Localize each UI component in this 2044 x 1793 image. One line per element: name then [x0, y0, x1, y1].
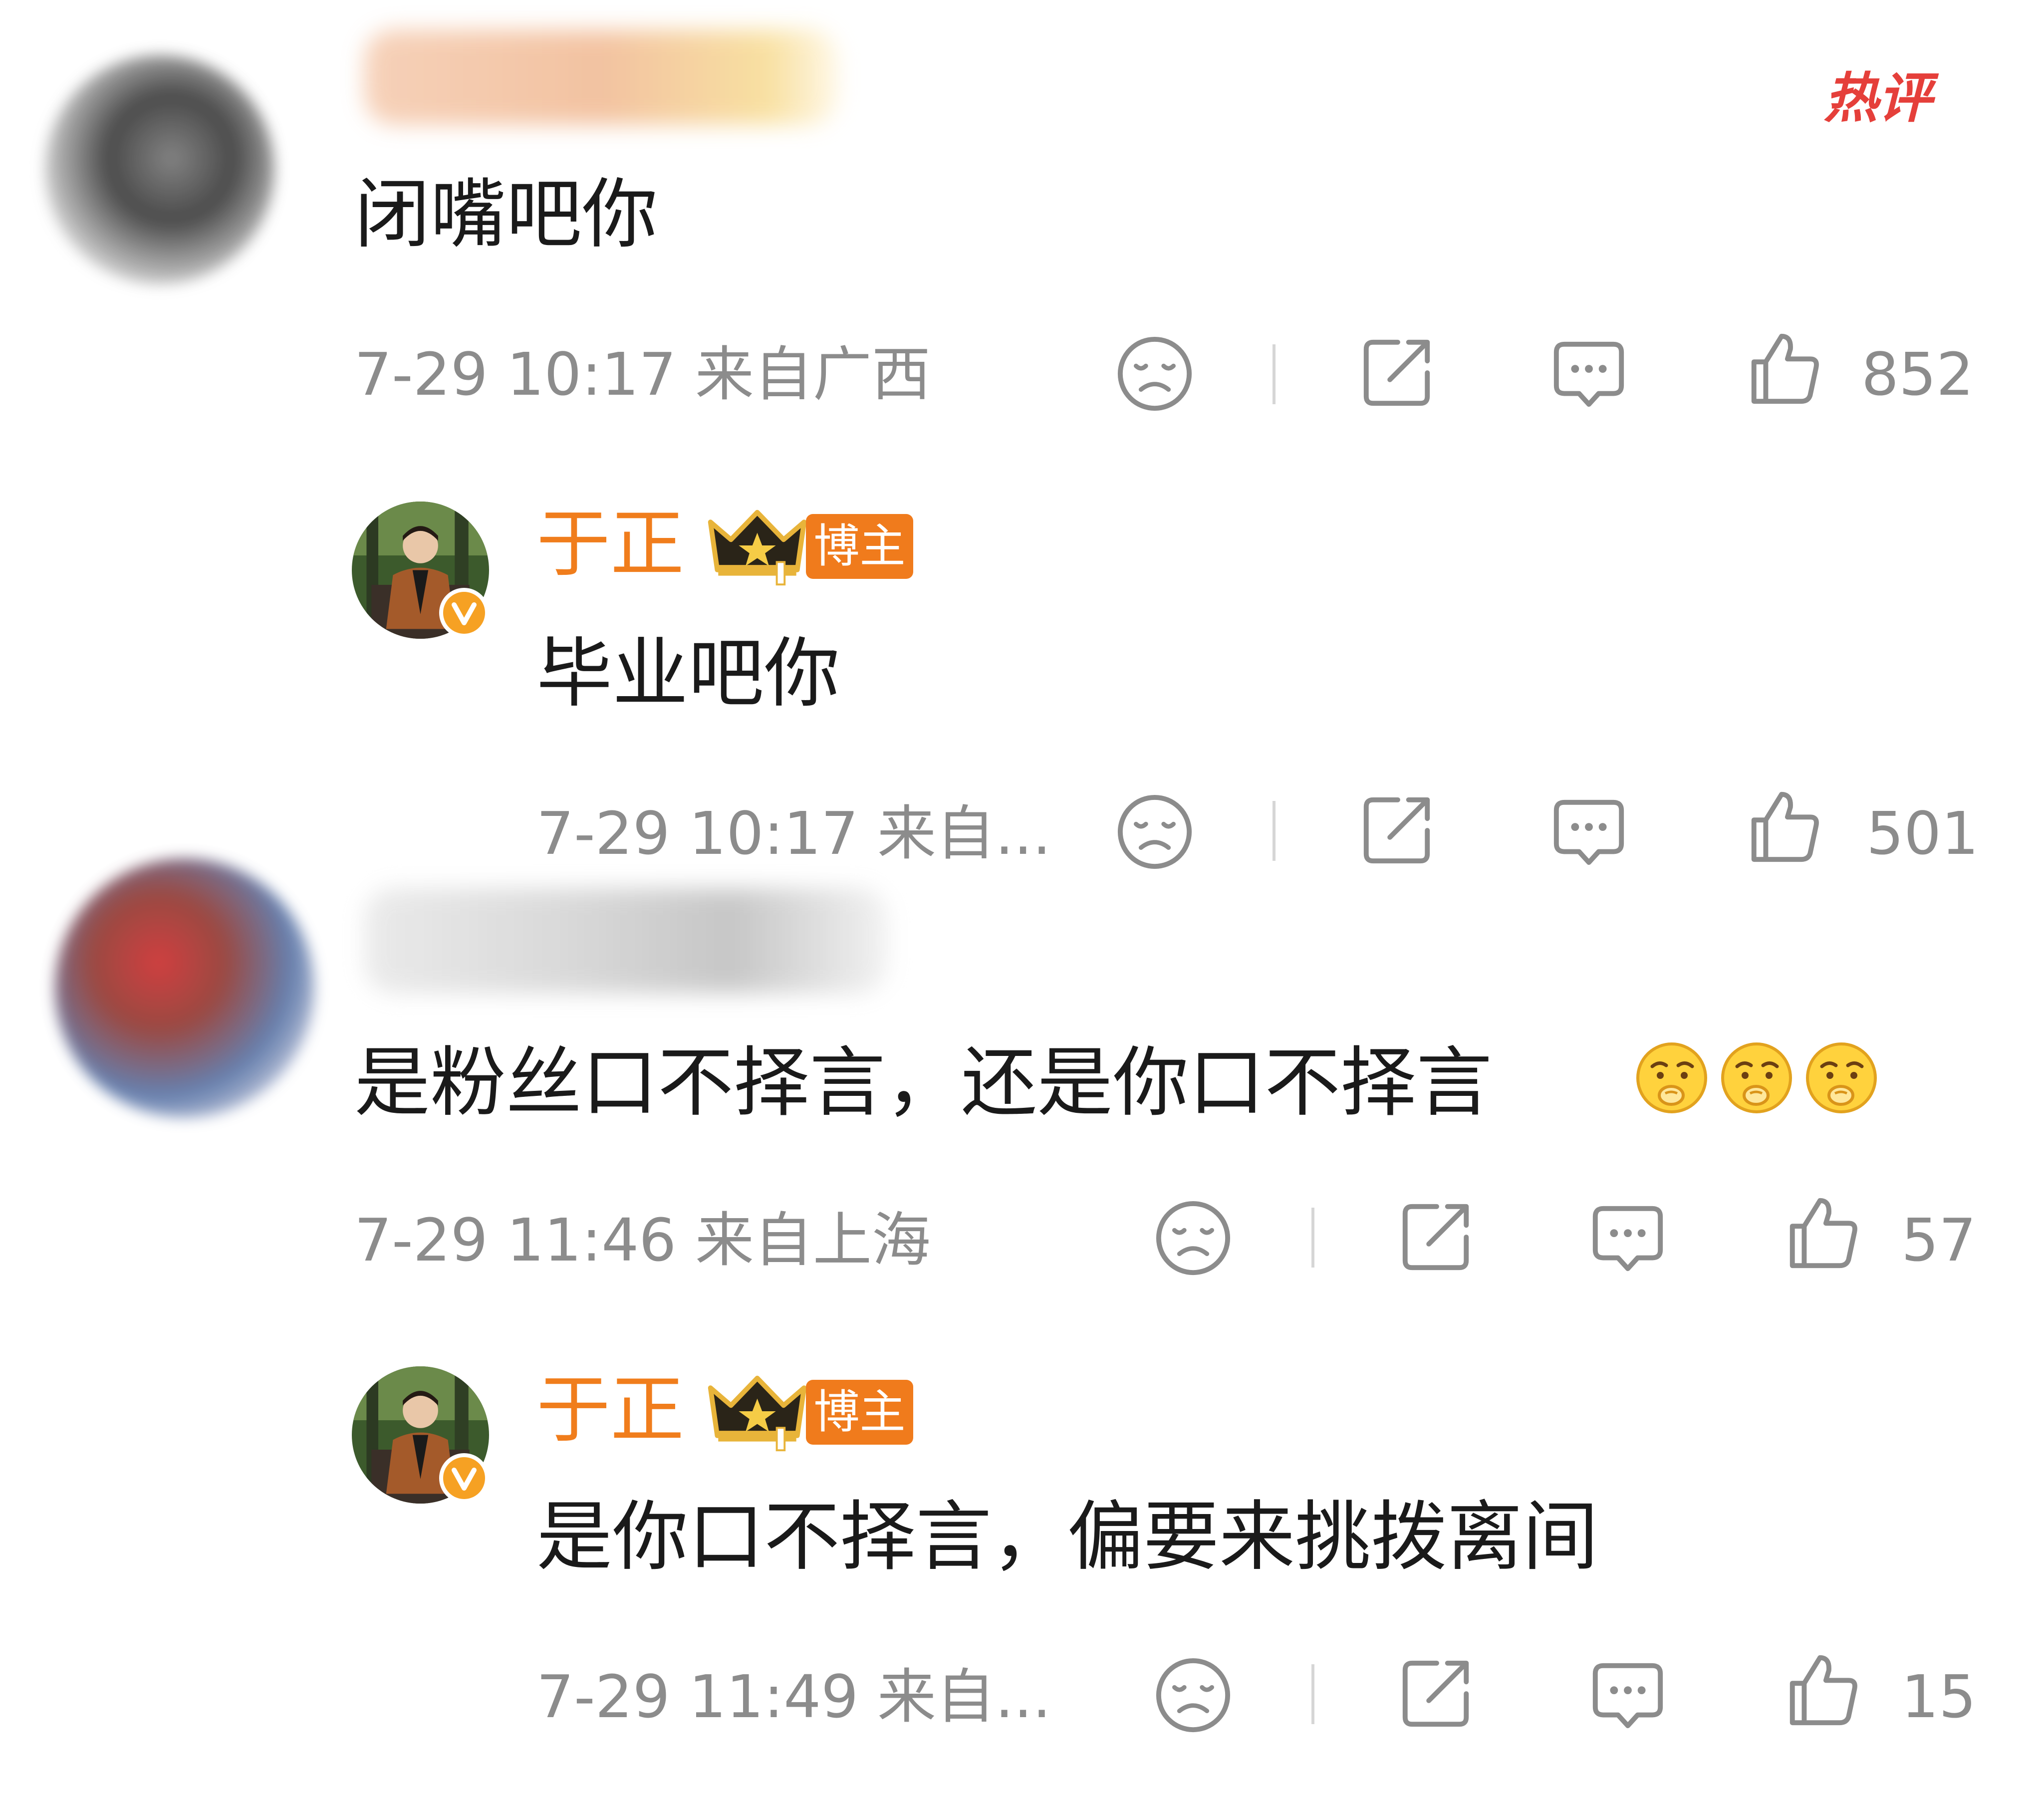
reply-meta: 7-29 10:17 来自...: [536, 799, 1051, 868]
avatar[interactable]: [45, 55, 274, 284]
comment-icon[interactable]: [1588, 1199, 1667, 1278]
author-name[interactable]: 于正: [536, 502, 684, 586]
reply-text: 是你口不择言，偏要来挑拨离间: [536, 1493, 1598, 1581]
comment-icon[interactable]: [1588, 1656, 1667, 1735]
blush-emoji: [1719, 1040, 1794, 1115]
comment-meta: 7-29 10:17 来自广西: [354, 340, 931, 409]
divider: [1311, 1664, 1314, 1724]
avatar[interactable]: [55, 858, 314, 1118]
username-redacted[interactable]: [364, 30, 838, 125]
reply-text: 毕业吧你: [536, 629, 840, 718]
divider: [1273, 801, 1276, 861]
comment-text: 闭嘴吧你: [354, 170, 658, 258]
reply-meta: 7-29 11:49 来自...: [536, 1662, 1051, 1731]
author-name[interactable]: 于正: [536, 1367, 684, 1452]
like-count: 15: [1901, 1662, 1977, 1731]
like-count: 501: [1866, 799, 1979, 868]
comment-icon[interactable]: [1549, 792, 1628, 871]
dislike-icon[interactable]: [1115, 792, 1194, 871]
crown-icon: [704, 1372, 811, 1452]
verified-icon: [439, 1453, 489, 1503]
blush-emoji: [1634, 1040, 1709, 1115]
share-icon[interactable]: [1396, 1654, 1475, 1733]
like-icon[interactable]: [1783, 1651, 1861, 1730]
divider: [1273, 344, 1276, 404]
username-redacted[interactable]: [364, 888, 888, 993]
like-icon[interactable]: [1783, 1194, 1861, 1273]
share-icon[interactable]: [1357, 333, 1436, 412]
comment-meta: 7-29 11:46 来自上海: [354, 1206, 931, 1275]
blush-emoji: [1804, 1040, 1879, 1115]
comment-icon[interactable]: [1549, 334, 1628, 413]
dislike-icon[interactable]: [1154, 1656, 1233, 1735]
comment-text: 是粉丝口不择言，还是你口不择言: [354, 1038, 1492, 1127]
like-icon[interactable]: [1744, 787, 1823, 866]
divider: [1311, 1208, 1314, 1268]
like-count: 852: [1861, 340, 1974, 409]
verified-icon: [439, 588, 489, 638]
like-icon[interactable]: [1744, 329, 1823, 408]
share-icon[interactable]: [1357, 791, 1436, 870]
blogger-badge: 博主: [806, 1380, 913, 1445]
share-icon[interactable]: [1396, 1198, 1475, 1277]
dislike-icon[interactable]: [1154, 1199, 1233, 1278]
dislike-icon[interactable]: [1115, 334, 1194, 413]
blogger-badge: 博主: [806, 514, 913, 579]
like-count: 57: [1901, 1206, 1977, 1275]
hot-comment-tag: 热评: [1824, 67, 1932, 130]
crown-icon: [704, 507, 811, 586]
